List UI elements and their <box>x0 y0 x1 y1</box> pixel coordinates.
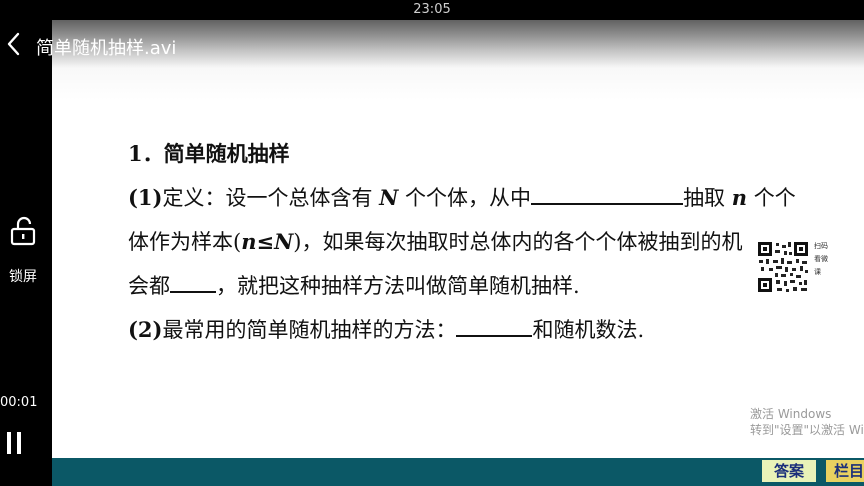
seek-bar[interactable] <box>68 402 848 404</box>
elapsed-time: 00:01 <box>0 395 38 410</box>
answer-tab: 答案 <box>762 460 816 482</box>
qr-caption: 扫码看微课 <box>814 242 828 276</box>
fill-blank-1 <box>531 185 684 205</box>
slide-line-1: (1)定义：设一个总体含有 N 个个体，从中 抽取 n 个个 <box>128 185 796 210</box>
video-frame[interactable]: 1．简单随机抽样 (1)定义：设一个总体含有 N 个个体，从中 抽取 n 个个 体… <box>52 20 864 458</box>
qq-browser-icon <box>711 431 738 458</box>
slide-line-3: 会都 ，就把这种抽样方法叫做简单随机抽样. <box>128 273 580 298</box>
item-number-2: (2) <box>128 317 163 342</box>
item-number-1: (1) <box>128 185 163 210</box>
fill-blank-3 <box>456 317 533 337</box>
pause-icon[interactable] <box>4 430 24 456</box>
lock-screen-label[interactable]: 锁屏 <box>9 266 37 286</box>
left-control-panel <box>0 20 52 486</box>
slide-line-4: (2)最常用的简单随机抽样的方法： 和随机数法. <box>128 317 645 342</box>
speed-button[interactable]: 倍速 <box>622 434 656 459</box>
column-tab: 栏目 <box>826 460 864 482</box>
qq-browser-label: QQ 浏览器 <box>746 438 830 458</box>
status-clock: 23:05 <box>413 2 451 17</box>
slide-content: 1．简单随机抽样 (1)定义：设一个总体含有 N 个个体，从中 抽取 n 个个 体… <box>128 132 796 352</box>
back-arrow-icon[interactable] <box>4 30 24 58</box>
slide-line-2: 体作为样本(n≤N)，如果每次抽取时总体内的各个个体被抽到的机 <box>128 229 743 254</box>
status-bar: 23:05 <box>0 0 864 20</box>
slide-heading: 1．简单随机抽样 <box>128 141 290 166</box>
qr-code-image <box>756 240 810 294</box>
fill-blank-2 <box>170 273 216 293</box>
unlock-icon[interactable] <box>10 216 36 246</box>
slide-bottom-strip <box>52 458 864 486</box>
video-title: 简单随机抽样.avi <box>36 38 177 59</box>
